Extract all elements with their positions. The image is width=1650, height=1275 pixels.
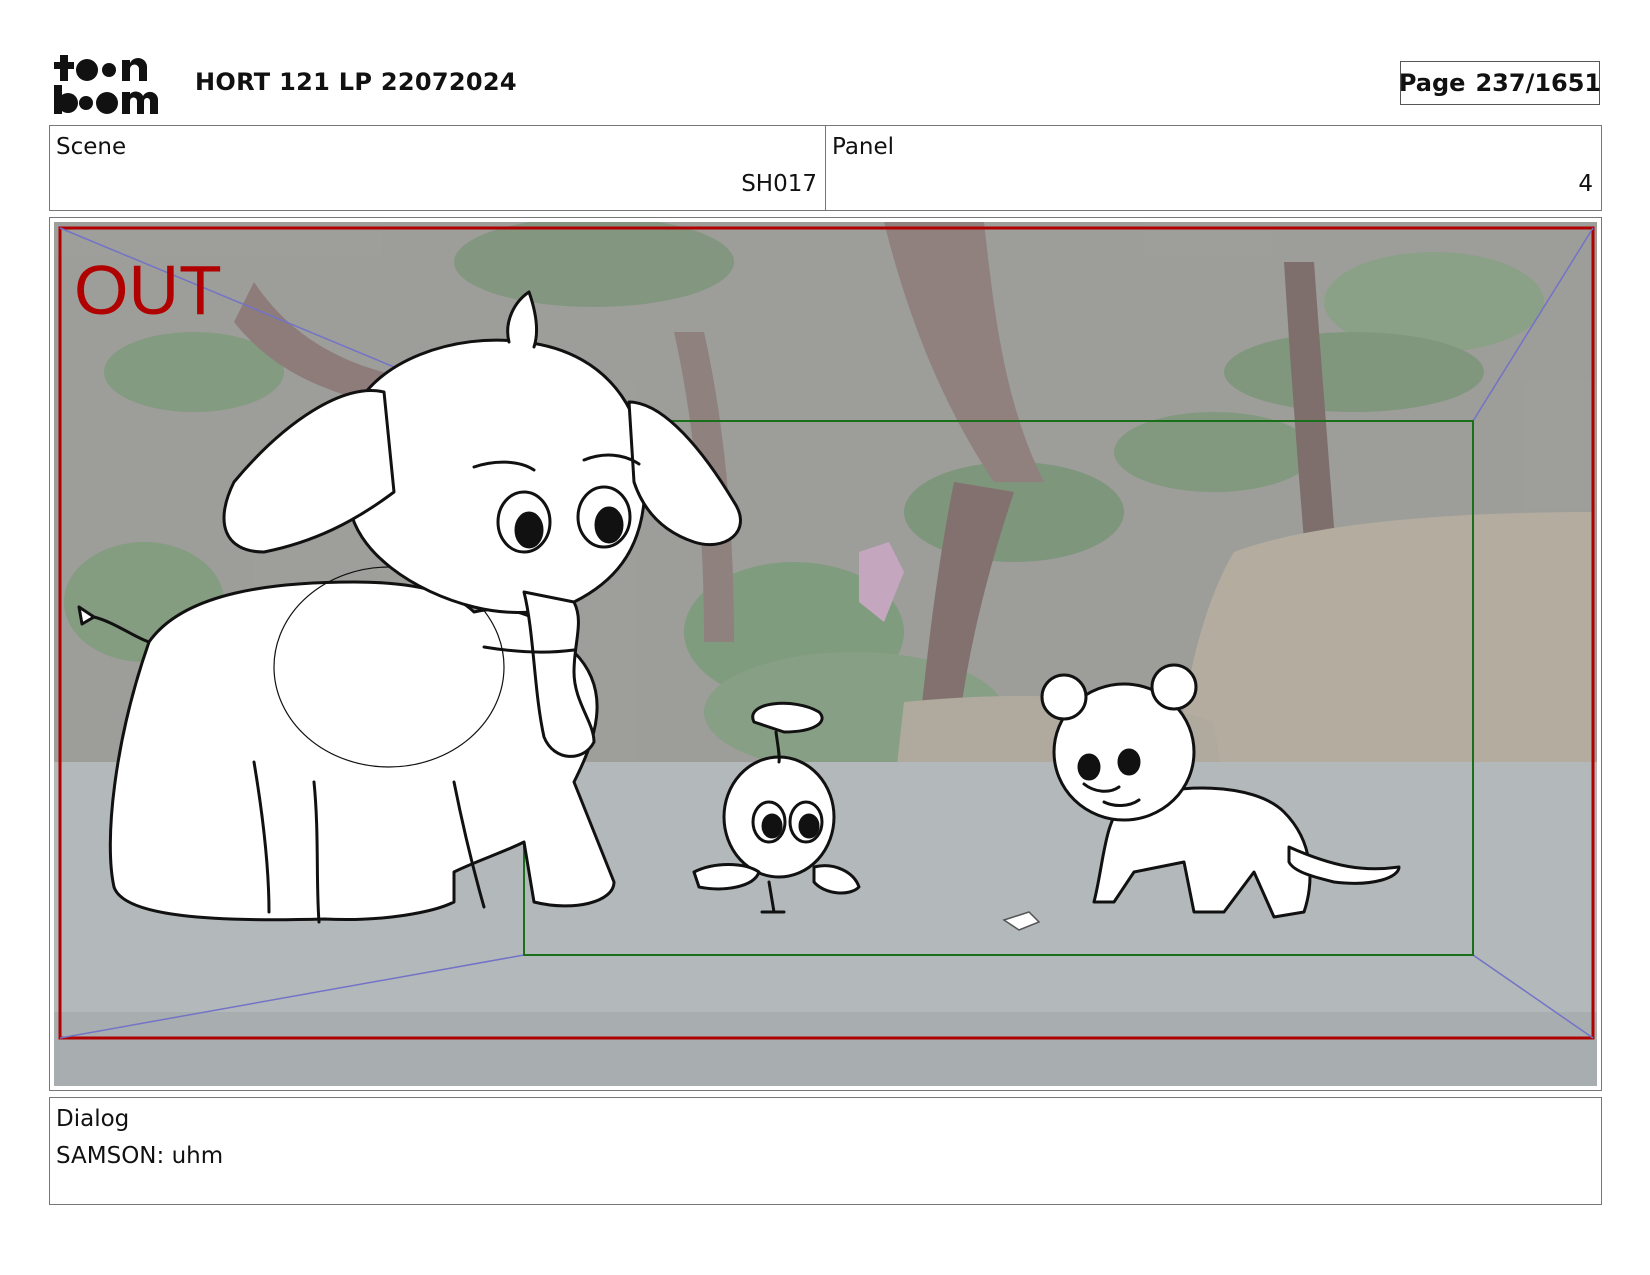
- page-number: 237/1651: [1475, 69, 1602, 97]
- toon-boom-logo: [52, 52, 170, 116]
- scene-cell: Scene SH017: [50, 126, 825, 210]
- out-label: OUT: [74, 251, 222, 329]
- panel-value: 4: [1578, 171, 1593, 197]
- scene-panel-row: Scene SH017 Panel 4: [49, 125, 1602, 211]
- document-title: HORT 121 LP 22072024: [195, 68, 517, 96]
- storyboard-frame: OUT IN: [49, 217, 1602, 1091]
- scene-value: SH017: [741, 171, 817, 197]
- page-prefix: Page: [1398, 69, 1466, 97]
- dialog-text: SAMSON: uhm: [56, 1143, 224, 1169]
- dialog-box: Dialog SAMSON: uhm: [49, 1097, 1602, 1205]
- panel-cell: Panel 4: [825, 126, 1601, 210]
- dialog-label: Dialog: [56, 1106, 130, 1132]
- storyboard-image: OUT IN: [54, 222, 1597, 1086]
- page-indicator: Page 237/1651: [1398, 61, 1602, 105]
- panel-label: Panel: [832, 134, 895, 160]
- scene-label: Scene: [56, 134, 127, 160]
